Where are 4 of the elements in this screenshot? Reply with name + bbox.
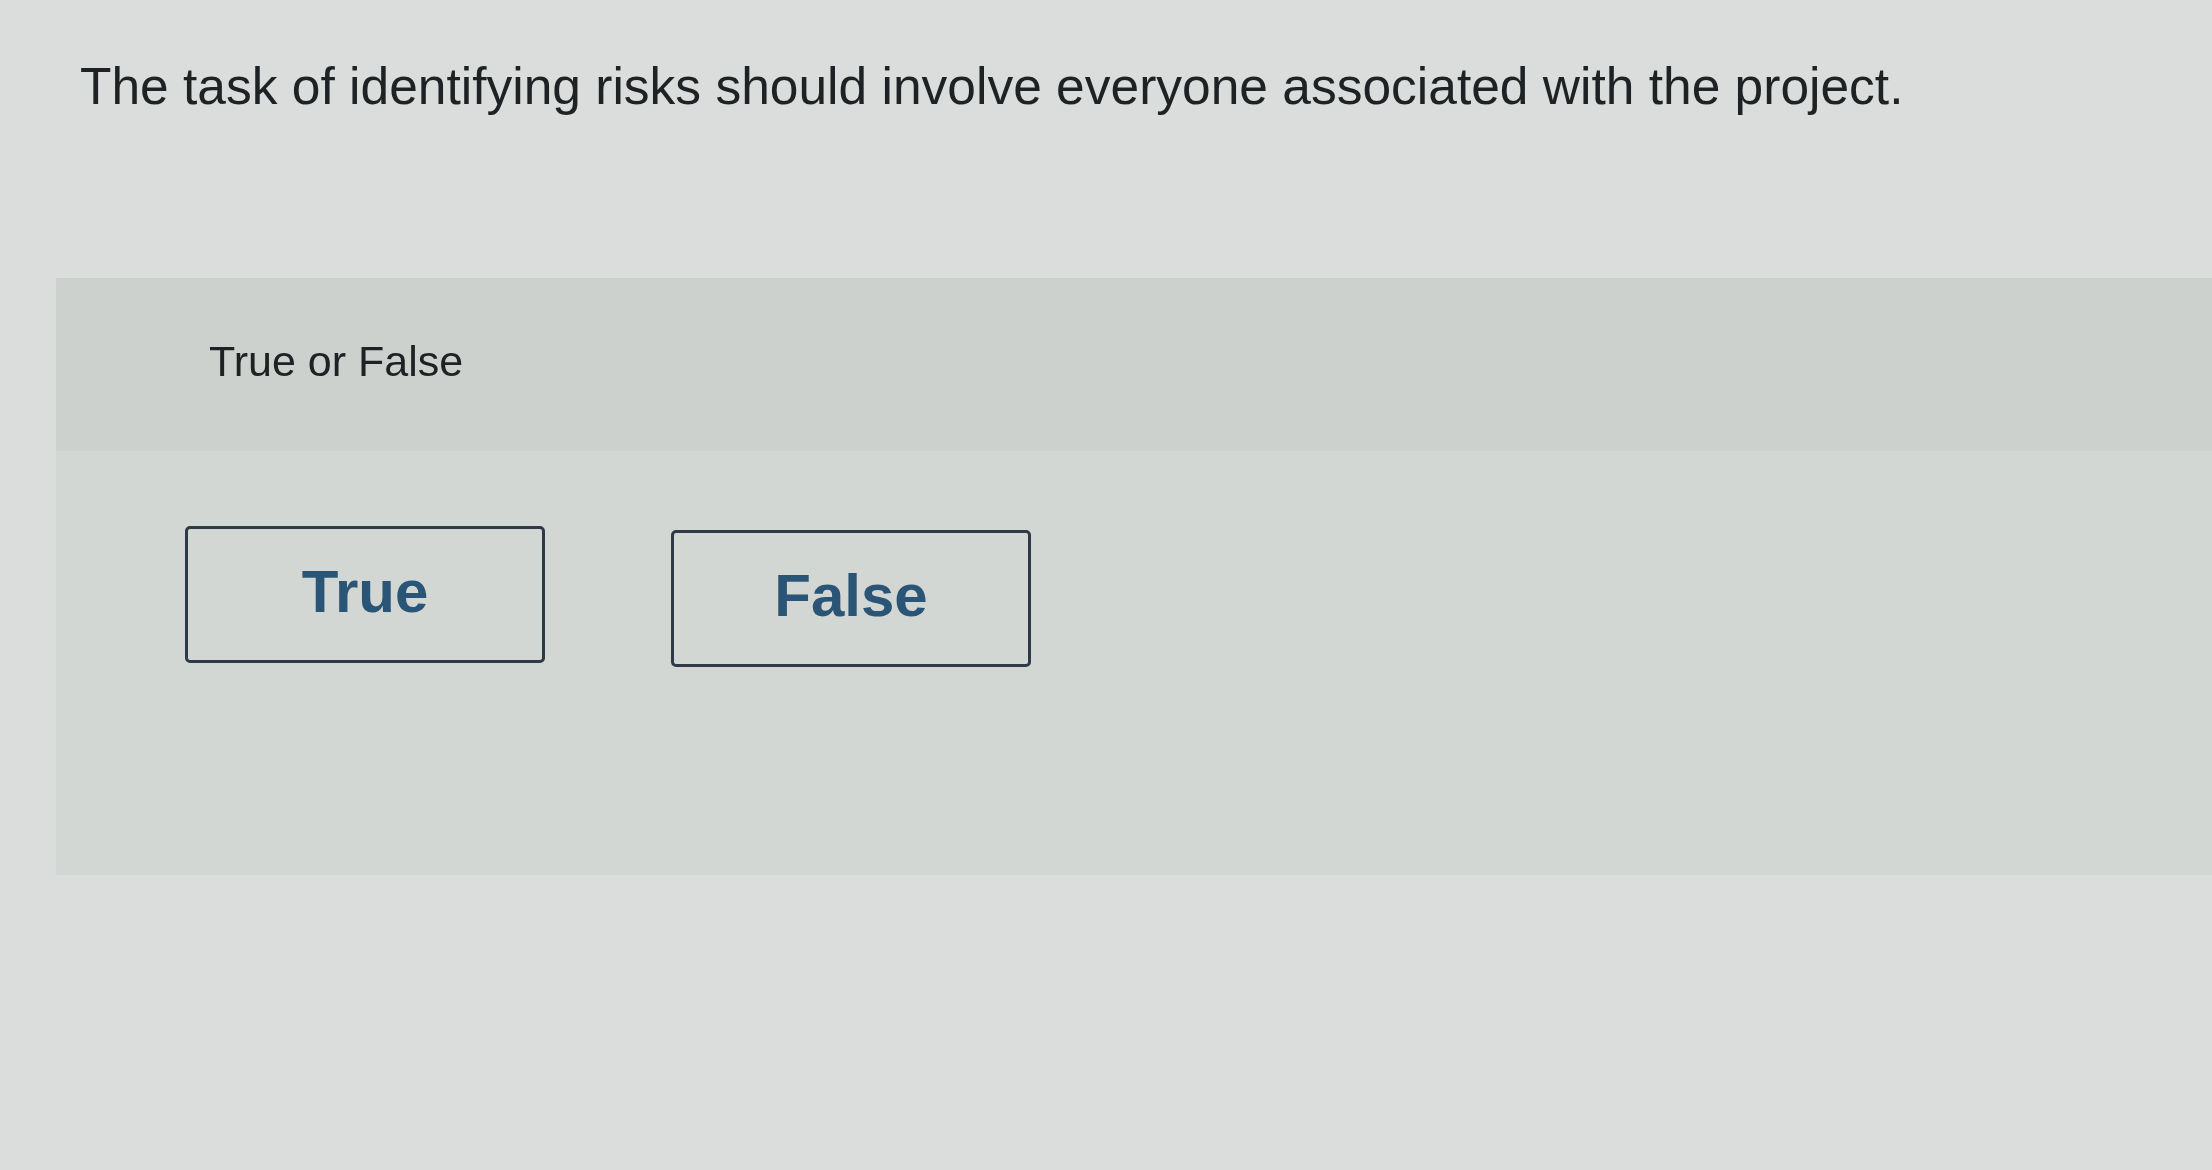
prompt-text: True or False <box>209 336 464 386</box>
answer-button[interactable]: True <box>185 526 545 663</box>
answer-button[interactable]: False <box>671 530 1031 667</box>
question-text: The task of identifying risks should involve everyone associated with the project. <box>80 56 1904 116</box>
